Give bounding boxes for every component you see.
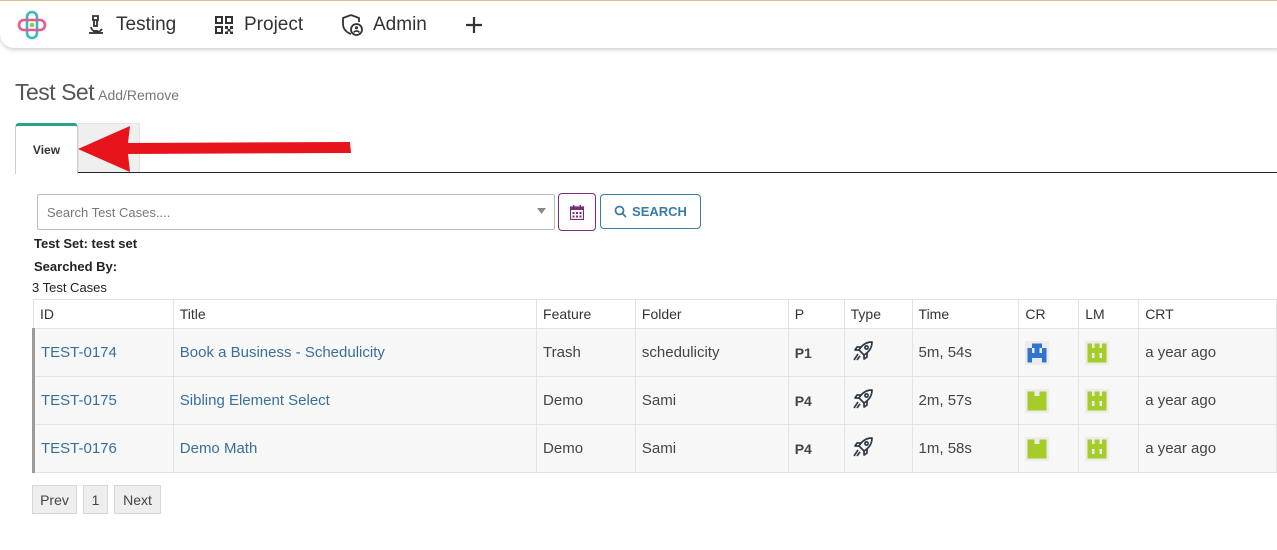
- search-button[interactable]: SEARCH: [600, 194, 701, 229]
- green-identicon-avatar[interactable]: [1025, 436, 1050, 461]
- cell-priority: P4: [787, 376, 845, 425]
- table-row[interactable]: TEST-0174 Book a Business - Schedulicity…: [32, 328, 1277, 377]
- cell-time: 2m, 57s: [911, 376, 1020, 425]
- test-set-label: Test Set: test set: [34, 236, 138, 251]
- column-header-title[interactable]: Title: [172, 299, 538, 329]
- column-header-folder[interactable]: Folder: [634, 299, 789, 329]
- red-arrow-annotation: [78, 126, 351, 172]
- caret-down-icon[interactable]: [537, 208, 546, 215]
- green-identicon-avatar[interactable]: [1085, 436, 1110, 461]
- rocket-icon: [852, 340, 873, 361]
- column-header-feature[interactable]: Feature: [536, 299, 636, 329]
- column-header-time[interactable]: Time: [911, 299, 1020, 329]
- cell-crt: a year ago: [1138, 328, 1277, 377]
- test-id-link[interactable]: TEST-0175: [41, 392, 117, 409]
- tab-view[interactable]: View: [15, 123, 78, 174]
- cell-cr: [1018, 328, 1080, 377]
- column-header-crt[interactable]: CRT: [1138, 299, 1277, 329]
- cell-priority: P1: [787, 328, 845, 377]
- cell-folder: schedulicity: [634, 328, 789, 377]
- add-button[interactable]: [463, 11, 494, 39]
- green-identicon-avatar[interactable]: [1085, 388, 1110, 413]
- qr-code-icon: [215, 16, 233, 34]
- microscope-icon: [89, 15, 103, 34]
- search-test-cases-select[interactable]: [37, 194, 555, 230]
- cell-title: Demo Math: [172, 424, 538, 473]
- table-row[interactable]: TEST-0176 Demo Math Demo Sami P4 1m, 58s: [32, 424, 1277, 473]
- search-icon: [614, 205, 627, 218]
- test-title-link[interactable]: Book a Business - Schedulicity: [180, 344, 385, 361]
- nav-testing-label: Testing: [116, 14, 177, 35]
- app-logo-icon[interactable]: [16, 9, 48, 41]
- nav-admin[interactable]: Admin: [340, 11, 427, 39]
- top-navbar: Testing Project Admin: [0, 0, 1277, 48]
- page-title: Test Set Add/Remove: [15, 79, 179, 106]
- test-title-link[interactable]: Demo Math: [180, 440, 258, 457]
- shield-user-icon: [342, 14, 363, 36]
- cell-lm: [1078, 376, 1140, 425]
- cell-priority: P4: [787, 424, 845, 473]
- cell-time: 5m, 54s: [911, 328, 1020, 377]
- test-case-count: 3 Test Cases: [32, 280, 107, 295]
- nav-project[interactable]: Project: [213, 11, 303, 39]
- column-header-lm[interactable]: LM: [1078, 299, 1140, 329]
- column-header-priority[interactable]: P: [787, 299, 845, 329]
- cell-cr: [1018, 376, 1080, 425]
- cell-title: Book a Business - Schedulicity: [172, 328, 538, 377]
- pagination-prev-button[interactable]: Prev: [32, 485, 77, 514]
- nav-admin-label: Admin: [373, 14, 427, 35]
- search-button-label: SEARCH: [632, 204, 687, 219]
- green-identicon-avatar[interactable]: [1025, 388, 1050, 413]
- searched-by-label: Searched By:: [34, 259, 118, 274]
- cell-id: TEST-0176: [32, 424, 174, 473]
- search-input[interactable]: [38, 195, 518, 229]
- page-title-subtitle: Add/Remove: [98, 87, 180, 103]
- rocket-icon: [852, 436, 873, 457]
- column-header-cr[interactable]: CR: [1018, 299, 1080, 329]
- cell-folder: Sami: [634, 424, 789, 473]
- pagination-page-1[interactable]: 1: [83, 485, 108, 514]
- table-row[interactable]: TEST-0175 Sibling Element Select Demo Sa…: [32, 376, 1277, 425]
- cell-lm: [1078, 424, 1140, 473]
- cell-feature: Demo: [536, 376, 636, 425]
- page-title-main: Test Set: [15, 79, 95, 105]
- cell-feature: Demo: [536, 424, 636, 473]
- blue-identicon-avatar[interactable]: [1025, 340, 1050, 365]
- calendar-icon: [570, 204, 584, 220]
- cell-id: TEST-0175: [32, 376, 174, 425]
- cell-feature: Trash: [536, 328, 636, 377]
- rocket-icon: [852, 388, 873, 409]
- cell-crt: a year ago: [1138, 424, 1277, 473]
- cell-type: [843, 328, 913, 377]
- cell-lm: [1078, 328, 1140, 377]
- cell-type: [843, 424, 913, 473]
- cell-id: TEST-0174: [32, 328, 174, 377]
- calendar-button[interactable]: [558, 193, 596, 231]
- pagination-next-button[interactable]: Next: [114, 485, 161, 514]
- green-identicon-avatar[interactable]: [1085, 340, 1110, 365]
- nav-testing[interactable]: Testing: [85, 11, 176, 39]
- test-id-link[interactable]: TEST-0174: [41, 344, 117, 361]
- test-id-link[interactable]: TEST-0176: [41, 440, 117, 457]
- plus-icon: [466, 17, 482, 33]
- cell-cr: [1018, 424, 1080, 473]
- column-header-id[interactable]: ID: [33, 299, 174, 329]
- cell-title: Sibling Element Select: [172, 376, 538, 425]
- test-title-link[interactable]: Sibling Element Select: [180, 392, 330, 409]
- cell-type: [843, 376, 913, 425]
- nav-project-label: Project: [244, 14, 304, 35]
- cell-folder: Sami: [634, 376, 789, 425]
- column-header-type[interactable]: Type: [843, 299, 913, 329]
- table-header-row: ID Title Feature Folder P Type Time CR L…: [33, 299, 1277, 329]
- test-cases-table: ID Title Feature Folder P Type Time CR L…: [32, 299, 1277, 473]
- cell-crt: a year ago: [1138, 376, 1277, 425]
- cell-time: 1m, 58s: [911, 424, 1020, 473]
